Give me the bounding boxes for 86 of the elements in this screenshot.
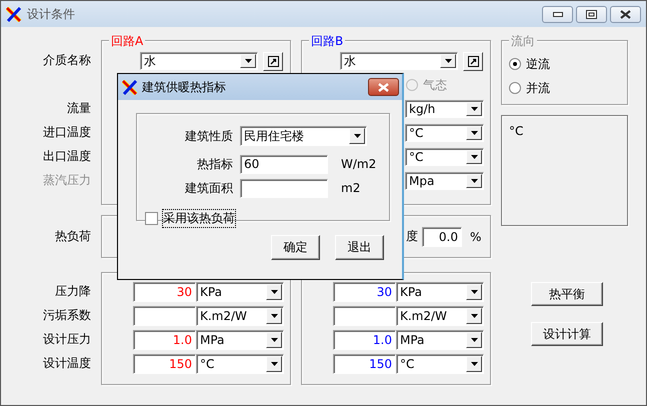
caret-icon: [270, 362, 278, 366]
result-text: °C: [509, 124, 524, 138]
dropdown[interactable]: 水: [340, 52, 458, 70]
dialog-title: 建筑供暖热指标: [142, 78, 227, 96]
dropdown[interactable]: KPa: [396, 282, 484, 302]
radio-button[interactable]: [509, 82, 521, 94]
maximize-button[interactable]: [576, 6, 607, 22]
radio-label: 气态: [423, 76, 447, 94]
dropdown[interactable]: °C: [405, 124, 484, 142]
caret-icon: [270, 338, 278, 342]
close-icon: [620, 10, 631, 18]
dropdown[interactable]: kg/h: [405, 100, 484, 118]
field-label: 流量: [66, 100, 91, 116]
field-label: 设计压力: [42, 330, 91, 348]
dropdown[interactable]: °C: [196, 354, 284, 374]
input-field[interactable]: 1.0: [133, 330, 196, 350]
caret-icon: [470, 314, 478, 318]
dropdown[interactable]: K.m2/W: [396, 306, 484, 326]
field-label: 压力降: [54, 282, 91, 300]
caret-icon: [270, 314, 278, 318]
input-field[interactable]: 0.0: [422, 226, 462, 246]
window-title: 设计条件: [27, 6, 76, 22]
field-label: 建筑面积: [184, 180, 233, 196]
field-label: 度: [406, 228, 418, 245]
radio-button[interactable]: [509, 58, 521, 70]
field-label: 建筑性质: [184, 128, 233, 144]
dropdown[interactable]: Mpa: [405, 172, 484, 190]
caret-icon: [244, 59, 252, 63]
dropdown[interactable]: MPa: [196, 330, 284, 350]
dialog-button[interactable]: 退出: [335, 235, 384, 260]
dropdown[interactable]: °C: [396, 354, 484, 374]
unit-label: m2: [341, 181, 360, 195]
caret-icon: [470, 155, 478, 159]
unit-label: %: [470, 230, 482, 244]
field-label: 热负荷: [55, 228, 91, 245]
popup-button[interactable]: [463, 52, 483, 70]
input-field[interactable]: 30: [133, 282, 196, 302]
radio-label: 逆流: [526, 56, 550, 72]
radio-label: 并流: [526, 80, 550, 96]
input-field[interactable]: [240, 178, 328, 198]
field-label: 污垢系数: [42, 306, 91, 324]
input-field[interactable]: [133, 306, 196, 326]
logo-icon: [122, 80, 138, 94]
field-label: 蒸汽压力: [42, 172, 91, 188]
caret-icon: [270, 290, 278, 294]
close-button[interactable]: [610, 6, 641, 22]
input-field[interactable]: 1.0: [333, 330, 396, 350]
action-button[interactable]: 热平衡: [531, 282, 603, 306]
caret-icon: [470, 362, 478, 366]
dropdown[interactable]: 水: [140, 52, 258, 70]
caret-icon: [470, 179, 478, 183]
dropdown[interactable]: 民用住宅楼: [240, 126, 367, 146]
input-field[interactable]: 30: [333, 282, 396, 302]
dialog-button[interactable]: 确定: [271, 235, 320, 260]
caret-icon: [470, 107, 478, 111]
popup-button[interactable]: [263, 52, 283, 70]
caret-icon: [444, 59, 452, 63]
minimize-icon: [552, 12, 562, 16]
input-field[interactable]: 150: [133, 354, 196, 374]
caret-icon: [470, 290, 478, 294]
logo-icon: [6, 6, 22, 22]
field-label: 进口温度: [42, 124, 91, 140]
checkbox-label[interactable]: 采用该热负荷: [163, 210, 235, 227]
maximize-icon: [586, 10, 597, 18]
arrow-square-icon: [268, 56, 278, 66]
input-field[interactable]: [333, 306, 396, 326]
field-label: 热指标: [196, 156, 233, 172]
caret-icon: [354, 134, 360, 138]
caret-icon: [470, 131, 478, 135]
caret-icon: [470, 338, 478, 342]
close-icon: [378, 82, 389, 92]
dropdown[interactable]: KPa: [196, 282, 284, 302]
field-label: 出口温度: [42, 148, 91, 164]
checkbox[interactable]: [145, 212, 158, 225]
dropdown[interactable]: °C: [405, 148, 484, 166]
arrow-square-icon: [468, 56, 478, 66]
field-label: 介质名称: [42, 52, 91, 68]
dropdown[interactable]: K.m2/W: [196, 306, 284, 326]
close-button[interactable]: [368, 78, 399, 96]
input-field[interactable]: 150: [333, 354, 396, 374]
minimize-button[interactable]: [542, 6, 573, 22]
input-field[interactable]: 60: [240, 154, 328, 174]
action-button[interactable]: 设计计算: [531, 322, 603, 346]
unit-label: W/m2: [341, 157, 376, 171]
dropdown[interactable]: MPa: [396, 330, 484, 350]
field-label: 设计温度: [42, 354, 91, 372]
